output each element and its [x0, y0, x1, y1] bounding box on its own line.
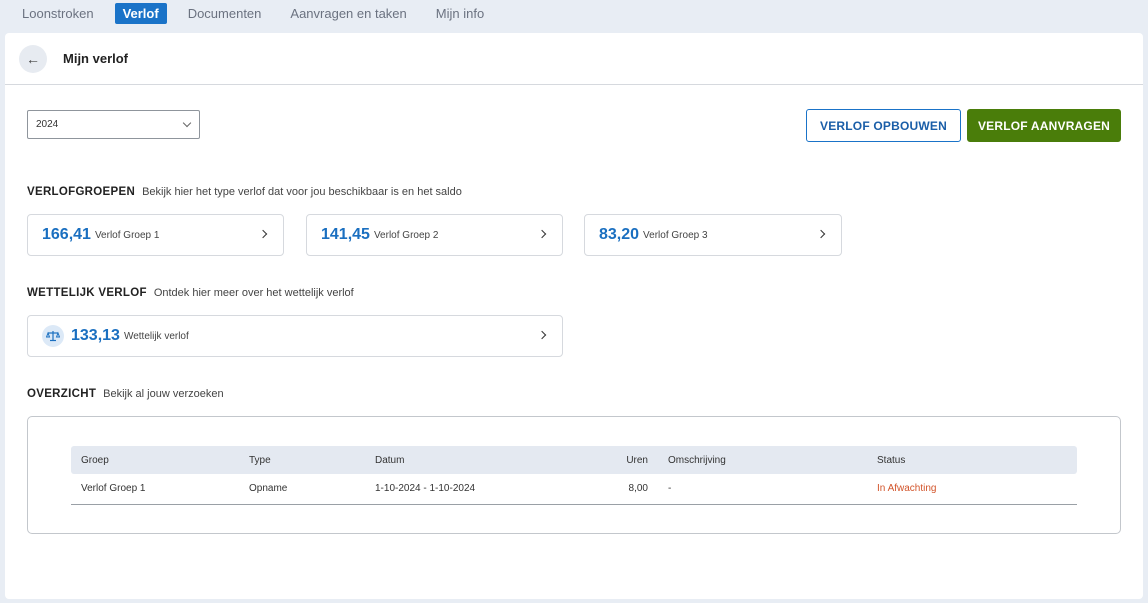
cell-datum: 1-10-2024 - 1-10-2024	[365, 474, 565, 505]
cell-omschrijving: -	[658, 474, 867, 505]
year-select-value: 2024	[36, 119, 59, 130]
legal-leave-description: Ontdek hier meer over het wettelijk verl…	[153, 287, 354, 299]
cell-type: Opname	[239, 474, 365, 505]
leave-group-card-1[interactable]: 166,41 Verlof Groep 1	[27, 214, 284, 256]
tab-loonstroken[interactable]: Loonstroken	[14, 3, 102, 24]
chevron-right-icon	[816, 229, 826, 239]
tab-verlof[interactable]: Verlof	[114, 2, 167, 24]
chevron-right-icon	[258, 229, 268, 239]
arrow-left-icon: ←	[26, 50, 40, 67]
build-leave-button[interactable]: VERLOF OPBOUWEN	[806, 109, 961, 142]
column-header-type: Type	[249, 454, 271, 466]
column-header-datum: Datum	[375, 454, 405, 466]
leave-group-card-2[interactable]: 141,45 Verlof Groep 2	[306, 214, 563, 256]
leave-groups-heading: VERLOFGROEPEN Bekijk hier het type verlo…	[27, 186, 462, 198]
leave-group-card-3[interactable]: 83,20 Verlof Groep 3	[584, 214, 842, 256]
leave-group-label: Verlof Groep 2	[373, 229, 439, 241]
leave-groups-description: Bekijk hier het type verlof dat voor jou…	[142, 186, 462, 198]
tab-mijn-info[interactable]: Mijn info	[428, 3, 492, 24]
year-select[interactable]: 2024	[27, 110, 200, 139]
legal-leave-heading: WETTELIJK VERLOF Ontdek hier meer over h…	[27, 287, 354, 299]
table-row[interactable]: Verlof Groep 1 Opname 1-10-2024 - 1-10-2…	[71, 474, 1077, 505]
cell-groep: Verlof Groep 1	[71, 474, 239, 505]
page-title: Mijn verlof	[63, 51, 129, 66]
chevron-right-icon	[537, 330, 547, 340]
overview-box: Groep Type Datum Uren Omschrijving Statu…	[27, 416, 1121, 534]
scale-icon	[42, 325, 64, 347]
legal-leave-balance: 133,13	[71, 327, 120, 344]
status-badge: In Afwachting	[867, 474, 1077, 505]
leave-group-label: Verlof Groep 1	[94, 229, 160, 241]
leave-group-label: Verlof Groep 3	[643, 229, 708, 241]
overview-heading: OVERZICHT Bekijk al jouw verzoeken	[27, 388, 224, 400]
leave-group-balance: 166,41	[42, 226, 91, 243]
chevron-down-icon	[182, 118, 192, 128]
request-leave-button[interactable]: VERLOF AANVRAGEN	[967, 109, 1121, 142]
main-panel: ← Mijn verlof 2024 VERLOF OPBOUWEN VERLO…	[5, 33, 1143, 599]
leave-group-balance: 83,20	[599, 226, 640, 243]
overview-description: Bekijk al jouw verzoeken	[103, 388, 224, 400]
legal-leave-card[interactable]: 133,13 Wettelijk verlof	[27, 315, 563, 357]
column-header-omschrijving: Omschrijving	[668, 454, 726, 466]
overview-title: OVERZICHT	[27, 388, 97, 400]
page-header: ← Mijn verlof	[5, 33, 1143, 85]
requests-table: Groep Type Datum Uren Omschrijving Statu…	[71, 446, 1077, 505]
leave-group-balance: 141,45	[321, 226, 370, 243]
leave-groups-title: VERLOFGROEPEN	[27, 186, 136, 198]
column-header-status: Status	[877, 454, 906, 466]
legal-leave-label: Wettelijk verlof	[123, 330, 189, 342]
column-header-groep: Groep	[81, 454, 109, 466]
chevron-right-icon	[537, 229, 547, 239]
top-navigation: Loonstroken Verlof Documenten Aanvragen …	[0, 0, 1148, 26]
legal-leave-title: WETTELIJK VERLOF	[27, 287, 147, 299]
column-header-uren: Uren	[626, 454, 648, 466]
tab-aanvragen-en-taken[interactable]: Aanvragen en taken	[282, 3, 414, 24]
cell-uren: 8,00	[565, 474, 658, 505]
back-button[interactable]: ←	[19, 44, 47, 73]
tab-documenten[interactable]: Documenten	[180, 3, 270, 24]
table-header-row: Groep Type Datum Uren Omschrijving Statu…	[71, 446, 1077, 474]
